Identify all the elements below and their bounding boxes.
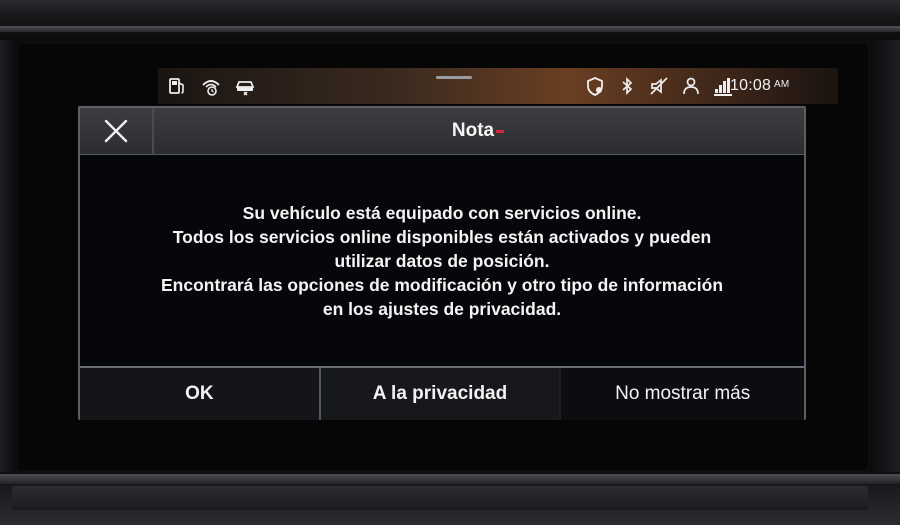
message-line: en los ajustes de privacidad.	[322, 299, 562, 319]
privacy-shield-icon[interactable]	[584, 75, 606, 97]
car-service-icon[interactable]	[234, 75, 256, 97]
bezel-right-side	[870, 40, 900, 472]
dialog-message: Su vehículo está equipado con servicios …	[80, 156, 804, 366]
bluetooth-icon[interactable]	[616, 75, 638, 97]
title-accent-mark	[496, 129, 505, 133]
status-left-icons	[166, 73, 256, 99]
bezel-left-side	[0, 40, 16, 472]
dialog-footer: OK A la privacidad No mostrar más	[80, 366, 804, 420]
bezel-top-rim	[0, 26, 900, 32]
bezel-bottom-strip	[12, 486, 868, 510]
connected-services-icon[interactable]	[200, 75, 222, 97]
close-button[interactable]	[80, 108, 154, 154]
message-line: Encontrará las opciones de modificación …	[160, 275, 724, 295]
fuel-icon[interactable]	[166, 75, 188, 97]
status-right-icons	[584, 73, 734, 99]
message-line: Todos los servicios online disponibles e…	[172, 227, 712, 247]
profile-icon[interactable]	[680, 75, 702, 97]
dialog-title: Nota	[152, 108, 804, 154]
dialog-title-text: Nota	[451, 120, 495, 141]
privacy-settings-button[interactable]: A la privacidad	[320, 368, 562, 420]
message-line: utilizar datos de posición.	[334, 251, 550, 271]
status-bar-pull-handle[interactable]	[436, 76, 472, 79]
ok-button[interactable]: OK	[80, 368, 321, 420]
clock-ampm: AM	[774, 79, 790, 90]
clock-time: 10:08	[730, 77, 772, 94]
status-clock: 10:08 AM	[730, 77, 789, 95]
muted-speaker-icon[interactable]	[648, 75, 670, 97]
message-line: Su vehículo está equipado con servicios …	[242, 203, 642, 223]
dont-show-again-button[interactable]: No mostrar más	[561, 368, 804, 420]
dialog-header: Nota	[80, 108, 804, 155]
note-dialog: Nota Su vehículo está equipado con servi…	[78, 106, 806, 420]
bezel-bottom-rim	[0, 474, 900, 484]
infotainment-screen: 10:08 AM Nota Su vehículo está equipado c…	[18, 44, 868, 470]
close-icon	[104, 119, 128, 143]
